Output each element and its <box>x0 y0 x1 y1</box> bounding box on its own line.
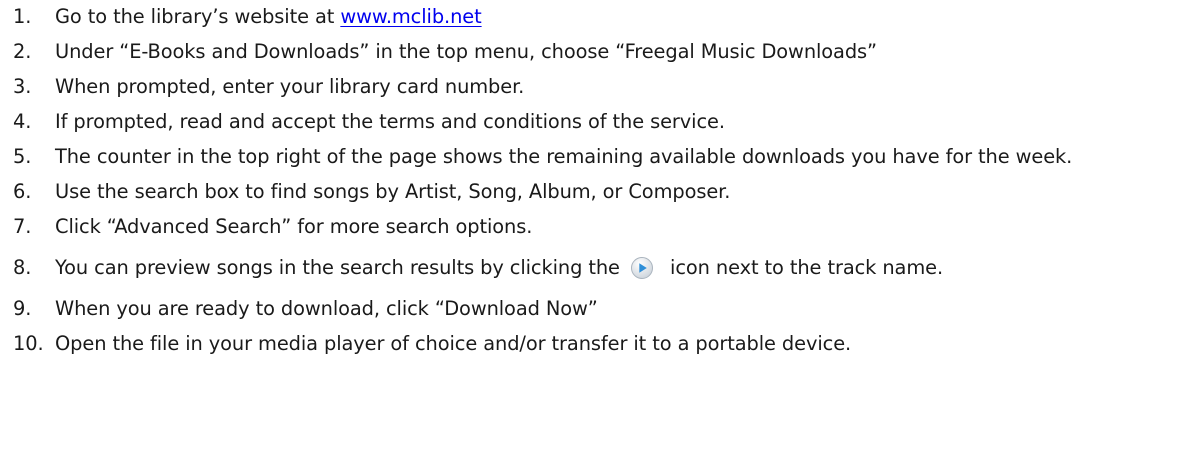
step-text-before-icon: You can preview songs in the search resu… <box>55 256 620 279</box>
library-website-link[interactable]: www.mclib.net <box>340 5 481 28</box>
step-text: When you are ready to download, click “D… <box>55 297 598 320</box>
step-1: 1. Go to the library’s website at www.mc… <box>13 2 1191 32</box>
step-text: If prompted, read and accept the terms a… <box>55 110 725 133</box>
step-text: Open the file in your media player of ch… <box>55 332 852 355</box>
step-number: 5. <box>13 145 32 168</box>
step-8: 8. You can preview songs in the search r… <box>13 253 1191 289</box>
step-7: 7. Click “Advanced Search” for more sear… <box>13 212 1191 242</box>
step-number: 8. <box>13 256 32 279</box>
step-number: 3. <box>13 75 32 98</box>
step-text: Click “Advanced Search” for more search … <box>55 215 533 238</box>
step-text: Under “E-Books and Downloads” in the top… <box>55 40 877 63</box>
step-number: 4. <box>13 110 32 133</box>
step-text: The counter in the top right of the page… <box>55 145 1073 168</box>
step-text-after-icon: icon next to the track name. <box>670 256 944 279</box>
step-3: 3. When prompted, enter your library car… <box>13 72 1191 102</box>
step-4: 4. If prompted, read and accept the term… <box>13 107 1191 137</box>
step-number: 6. <box>13 180 32 203</box>
step-10: 10. Open the file in your media player o… <box>13 329 1191 359</box>
step-9: 9. When you are ready to download, click… <box>13 294 1191 324</box>
step-number: 2. <box>13 40 32 63</box>
step-number: 10. <box>13 332 44 355</box>
step-5: 5. The counter in the top right of the p… <box>13 142 1191 172</box>
step-text: Use the search box to find songs by Arti… <box>55 180 731 203</box>
step-number: 1. <box>13 5 32 28</box>
step-text: When prompted, enter your library card n… <box>55 75 525 98</box>
instructions-list: 1. Go to the library’s website at www.mc… <box>13 2 1191 359</box>
step-2: 2. Under “E-Books and Downloads” in the … <box>13 37 1191 67</box>
play-circle-icon <box>630 256 654 289</box>
step-6: 6. Use the search box to find songs by A… <box>13 177 1191 207</box>
step-number: 7. <box>13 215 32 238</box>
step-text: Go to the library’s website at <box>55 5 341 28</box>
step-number: 9. <box>13 297 32 320</box>
